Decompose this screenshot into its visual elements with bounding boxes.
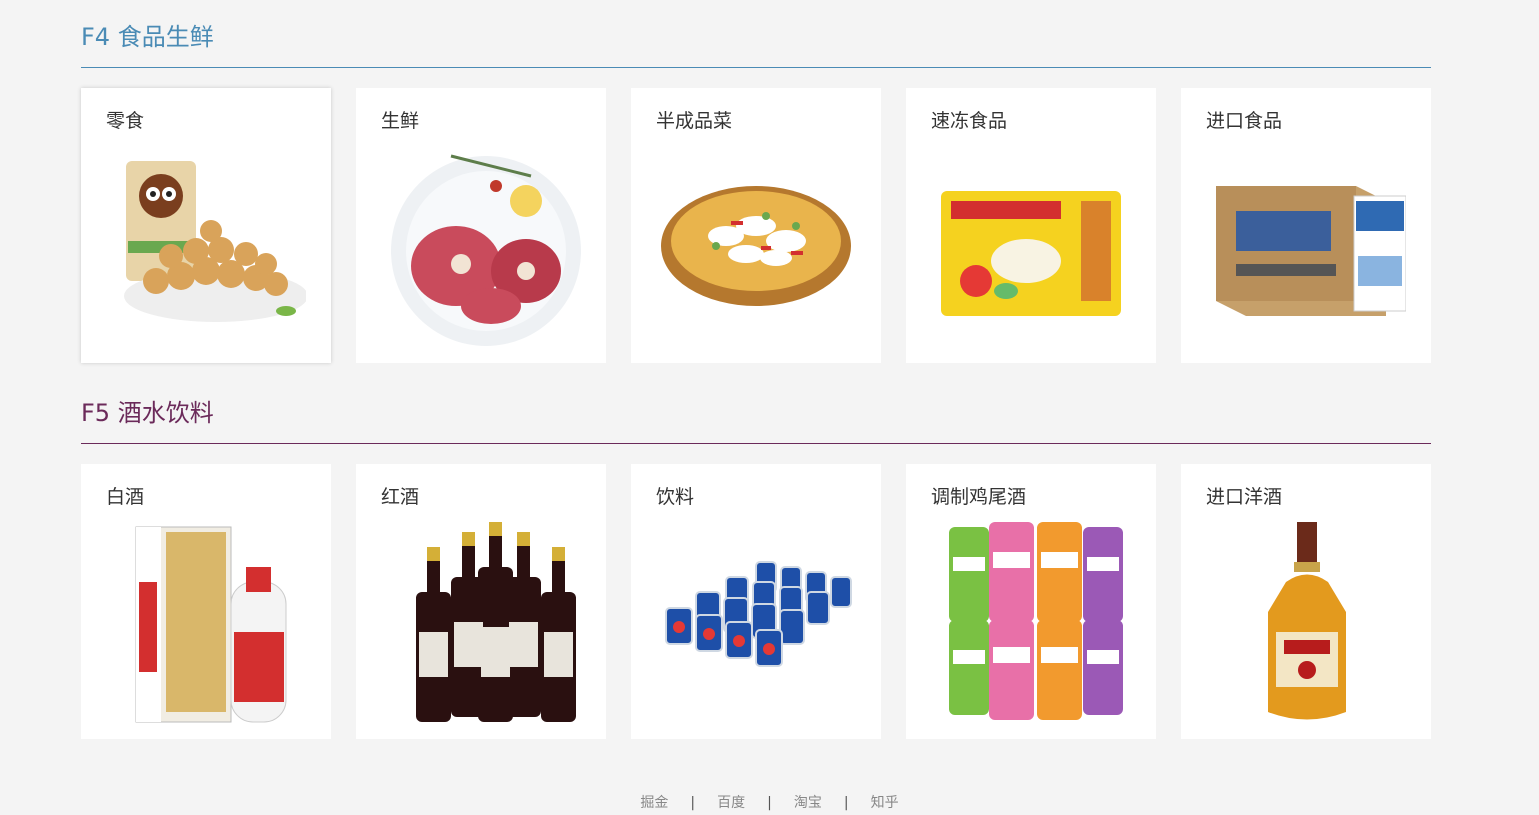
category-card-drinks[interactable]: 饮料	[631, 464, 881, 739]
prepared-dish-image	[661, 186, 851, 306]
category-label: 进口洋酒	[1206, 486, 1283, 508]
snack-image	[124, 161, 306, 322]
category-label: 半成品菜	[656, 110, 733, 132]
category-card-imported-liquor[interactable]: 进口洋酒	[1181, 464, 1431, 739]
category-label: 调制鸡尾酒	[931, 486, 1027, 508]
baijiu-image	[135, 526, 287, 723]
category-card-baijiu[interactable]: 白酒	[81, 464, 331, 739]
footer-link-taobao[interactable]: 淘宝	[794, 795, 822, 811]
footer-separator: |	[690, 795, 696, 811]
category-label: 白酒	[106, 486, 145, 508]
category-label: 零食	[106, 110, 145, 132]
footer-separator: |	[767, 795, 772, 811]
cocktail-cans-image	[949, 522, 1123, 720]
category-label: 生鲜	[381, 110, 420, 132]
imported-milk-image	[1216, 186, 1406, 316]
category-grid: 零食 生鲜 半成品菜 速冻食品 进口食品	[81, 88, 1431, 363]
category-card-red-wine[interactable]: 红酒	[356, 464, 606, 739]
fresh-meat-image	[391, 154, 581, 346]
category-label: 红酒	[381, 486, 420, 508]
category-card-fresh[interactable]: 生鲜	[356, 88, 606, 363]
floor-f5: F5 酒水饮料 白酒 红酒 饮料 调制鸡尾酒 进口洋酒	[81, 376, 1431, 739]
category-card-prepared[interactable]: 半成品菜	[631, 88, 881, 363]
category-card-imported-food[interactable]: 进口食品	[1181, 88, 1431, 363]
category-label: 进口食品	[1206, 110, 1283, 132]
footer-separator: |	[843, 795, 849, 811]
category-card-frozen[interactable]: 速冻食品	[906, 88, 1156, 363]
floor-title: F4 食品生鲜	[81, 0, 1431, 68]
floor-f4: F4 食品生鲜 零食 生鲜 半成品菜 速冻食品 进口食品	[81, 0, 1431, 363]
floor-title: F5 酒水饮料	[81, 376, 1431, 444]
category-label: 饮料	[656, 486, 695, 508]
category-grid: 白酒 红酒 饮料 调制鸡尾酒 进口洋酒	[81, 464, 1431, 739]
footer-link-zhihu[interactable]: 知乎	[871, 795, 899, 811]
soda-cans-image	[665, 561, 852, 667]
whisky-image	[1268, 522, 1346, 720]
category-card-cocktail[interactable]: 调制鸡尾酒	[906, 464, 1156, 739]
category-card-snack[interactable]: 零食	[81, 88, 331, 363]
frozen-dumplings-image	[941, 191, 1121, 316]
footer-link-baidu[interactable]: 百度	[717, 795, 745, 811]
footer-links: 掘金 | 百度 | 淘宝 | 知乎	[0, 792, 1539, 812]
red-wine-image	[416, 522, 576, 722]
footer-link-juejin[interactable]: 掘金	[640, 795, 668, 811]
category-label: 速冻食品	[931, 110, 1008, 132]
